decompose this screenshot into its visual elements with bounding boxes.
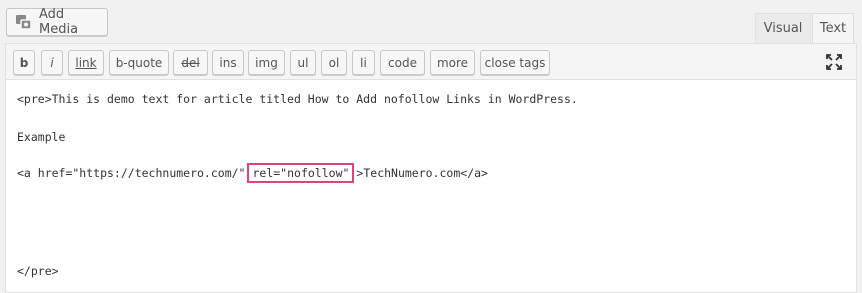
code-button[interactable]: code [380,50,425,75]
bold-button-label: b [19,55,29,70]
tab-text[interactable]: Text [812,13,854,43]
text-editor: b i link b-quote del ins img ul ol li co [5,43,857,293]
content-line-1: <pre>This is demo text for article title… [17,92,578,106]
bold-button[interactable]: b [13,50,35,75]
nofollow-highlight: rel="nofollow" [247,163,355,183]
close-tags-button[interactable]: close tags [480,50,550,75]
close-tags-button-label: close tags [484,55,546,70]
link-button-label: link [75,55,97,70]
img-button[interactable]: img [248,50,285,75]
content-line-3: <a href="https://technumero.com/" rel="no… [17,163,488,183]
italic-button[interactable]: i [41,50,63,75]
quicktags-toolbar: b i link b-quote del ins img ul ol li co [6,44,856,80]
add-media-button[interactable]: Add Media [6,7,108,37]
img-button-label: img [255,55,278,70]
li-button-label: li [360,55,367,70]
li-button[interactable]: li [352,50,375,75]
media-icon [15,13,33,31]
link-button[interactable]: link [68,50,104,75]
anchor-open-tag: <a href="https://technumero.com/" [17,166,246,180]
more-button[interactable]: more [430,50,475,75]
content-line-4: </pre> [17,264,59,278]
del-button-label: del [181,55,200,70]
italic-button-label: i [50,55,54,70]
code-button-label: code [388,55,417,70]
add-media-label: Add Media [39,7,79,37]
editor-top-bar: Add Media Visual Text [0,0,862,43]
ol-button-label: ol [328,55,340,70]
ins-button-label: ins [219,55,237,70]
blockquote-button[interactable]: b-quote [109,50,169,75]
ins-button[interactable]: ins [212,50,244,75]
blockquote-button-label: b-quote [115,55,163,70]
fullscreen-icon[interactable] [826,54,842,70]
ol-button[interactable]: ol [321,50,347,75]
ul-button-label: ul [297,55,309,70]
ul-button[interactable]: ul [290,50,316,75]
anchor-rest: >TechNumero.com</a> [356,166,488,180]
del-button[interactable]: del [173,50,208,75]
more-button-label: more [436,55,469,70]
content-line-2: Example [17,130,66,144]
tab-visual[interactable]: Visual [755,13,811,43]
